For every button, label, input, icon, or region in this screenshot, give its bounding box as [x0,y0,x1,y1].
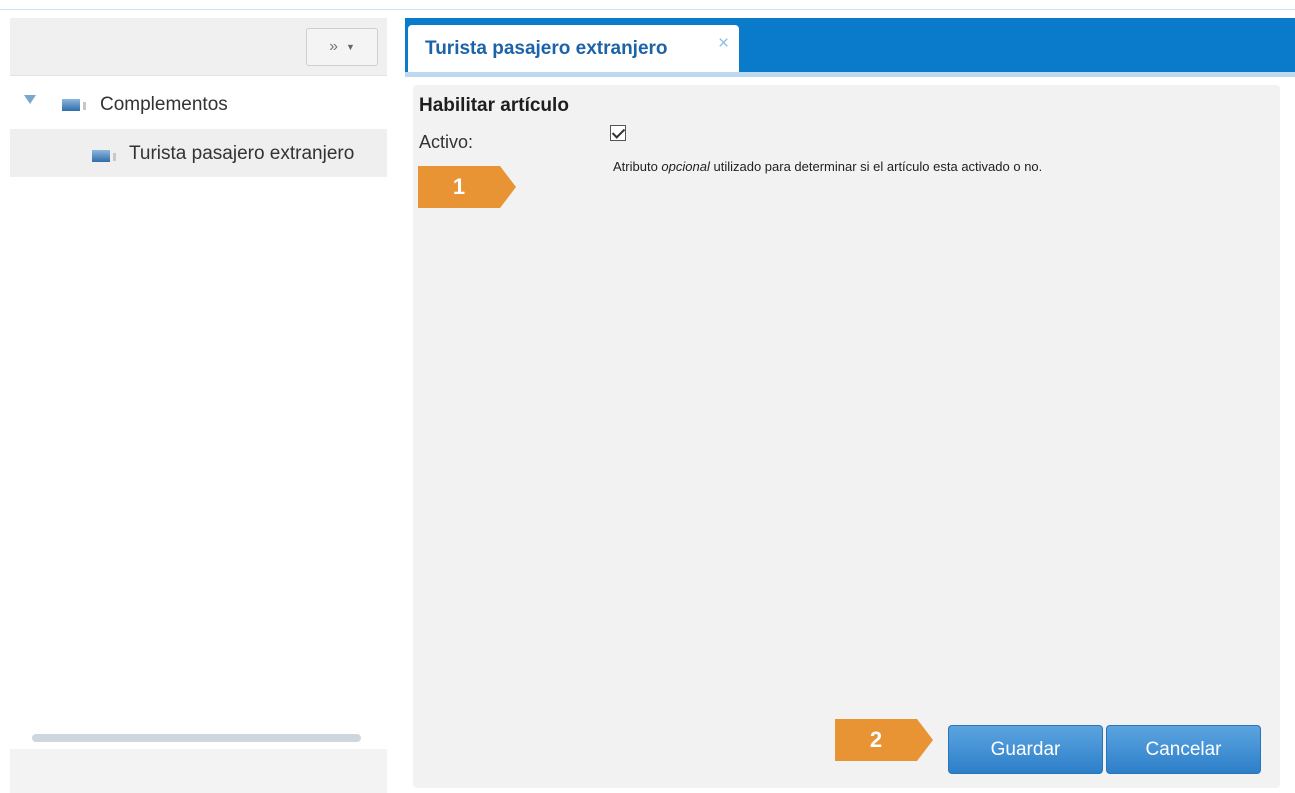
caret-down-icon: ▼ [345,42,355,52]
step-callout-1: 1 [418,166,516,208]
horizontal-scrollbar[interactable] [32,734,361,742]
tree-item-complementos[interactable]: Complementos [10,81,387,129]
expand-panel-button[interactable]: » ▼ [306,28,378,66]
tab-bar: Turista pasajero extranjero × [405,18,1295,72]
module-icon [92,148,118,162]
top-divider [0,9,1295,10]
step-callout-2: 2 [835,719,933,761]
active-field-label: Activo: [419,132,474,152]
field-help-text: Atributo opcional utilizado para determi… [613,159,1043,174]
tab-turista-pasajero-extranjero[interactable]: Turista pasajero extranjero × [408,25,739,72]
form-panel: Habilitar artículo Activo: Atributo opci… [413,85,1280,788]
tree-item-label: Turista pasajero extranjero [129,143,355,164]
tree-item-turista-pasajero-extranjero[interactable]: Turista pasajero extranjero [10,129,387,177]
tab-bar-underline [405,72,1295,77]
navigation-panel: » ▼ Complementos Turista pasajero extran… [10,18,387,793]
tab-label: Turista pasajero extranjero [425,38,668,59]
section-title: Habilitar artículo [419,95,569,116]
save-button[interactable]: Guardar [948,725,1103,774]
close-icon[interactable]: × [718,33,729,55]
cancel-button[interactable]: Cancelar [1106,725,1261,774]
double-chevron-icon: » [329,38,338,55]
navigation-toolbar: » ▼ [10,18,387,76]
navigation-footer [10,749,387,793]
module-icon [62,97,88,111]
tree-item-label: Complementos [100,94,228,115]
collapse-triangle-icon[interactable] [24,95,36,104]
active-checkbox[interactable] [610,125,626,141]
